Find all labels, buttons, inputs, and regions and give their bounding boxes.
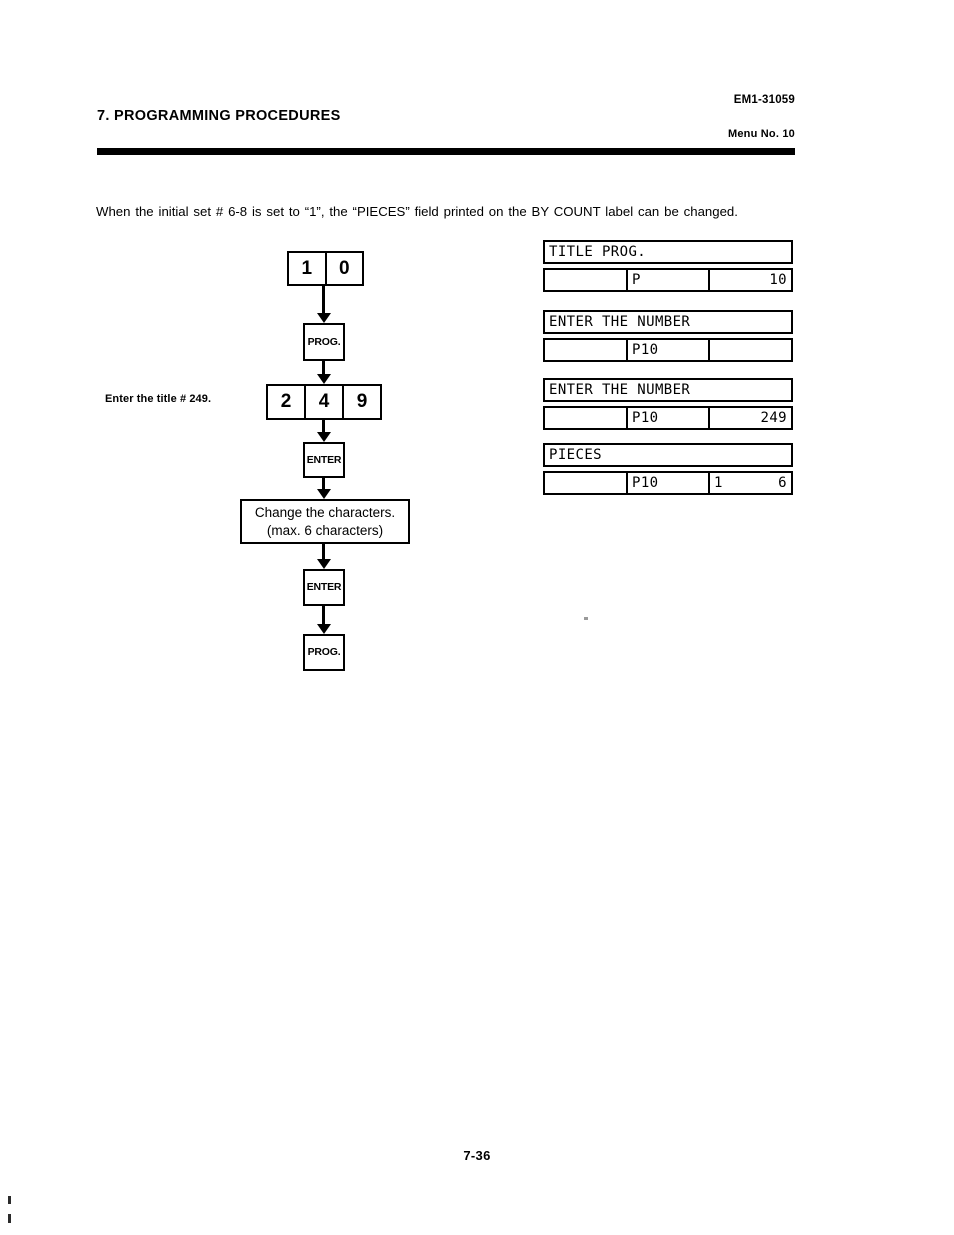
flow-arrow-4 bbox=[322, 478, 325, 490]
key-prog-first: PROG. bbox=[303, 323, 345, 361]
display-value-row: P10 1 6 bbox=[543, 471, 793, 495]
key-0: 0 bbox=[324, 253, 363, 284]
display-cell-left bbox=[545, 270, 626, 290]
key-1: 1 bbox=[301, 257, 313, 279]
change-characters-line-2: (max. 6 characters) bbox=[266, 522, 384, 538]
display-cell-left bbox=[545, 473, 626, 493]
scan-artifact bbox=[8, 1214, 11, 1223]
key-prog-label: PROG. bbox=[307, 646, 341, 659]
display-cell-right-value-right: 6 bbox=[778, 475, 787, 491]
display-cell-right: 249 bbox=[708, 408, 791, 428]
display-value-row: P10 249 bbox=[543, 406, 793, 430]
display-cell-right: 10 bbox=[708, 270, 791, 290]
display-title-text: ENTER THE NUMBER bbox=[549, 314, 691, 330]
key-prog-second: PROG. bbox=[303, 634, 345, 671]
display-cell-right-value-left: 1 bbox=[714, 475, 723, 491]
flow-arrow-6 bbox=[322, 606, 325, 625]
key-enter-label: ENTER bbox=[306, 453, 342, 466]
display-title-text: ENTER THE NUMBER bbox=[549, 382, 691, 398]
flow-arrow-1 bbox=[322, 286, 325, 314]
display-cell-middle: P bbox=[626, 270, 708, 290]
display-panel-pieces: PIECES P10 1 6 bbox=[543, 443, 793, 495]
display-cell-right bbox=[708, 340, 791, 360]
display-title-row: TITLE PROG. bbox=[543, 240, 793, 264]
menu-number-label: Menu No. 10 bbox=[728, 128, 795, 140]
key-group-title-number: 2 4 9 bbox=[266, 384, 382, 420]
display-cell-right: 1 6 bbox=[708, 473, 791, 493]
flow-arrow-3 bbox=[322, 420, 325, 433]
key-prog-label: PROG. bbox=[307, 335, 341, 348]
document-code: EM1-31059 bbox=[733, 94, 795, 106]
display-title-text: PIECES bbox=[549, 447, 602, 463]
scan-artifact bbox=[584, 617, 588, 620]
display-cell-middle: P10 bbox=[626, 340, 708, 360]
key-group-menu-number: 1 0 bbox=[287, 251, 364, 286]
key-enter-label: ENTER bbox=[306, 581, 342, 594]
display-panel-title-prog: TITLE PROG. P 10 bbox=[543, 240, 793, 292]
display-title-row: PIECES bbox=[543, 443, 793, 467]
display-panel-enter-number-249: ENTER THE NUMBER P10 249 bbox=[543, 378, 793, 430]
key-enter-second: ENTER bbox=[303, 569, 345, 606]
display-cell-left bbox=[545, 340, 626, 360]
display-panel-enter-number-empty: ENTER THE NUMBER P10 bbox=[543, 310, 793, 362]
step-change-characters: Change the characters. (max. 6 character… bbox=[240, 499, 410, 544]
key-sequence-flowchart: Enter the title # 249. 1 0 PROG. 2 4 9 E… bbox=[0, 0, 520, 720]
display-title-text: TITLE PROG. bbox=[549, 244, 647, 260]
display-value-row: P10 bbox=[543, 338, 793, 362]
display-cell-middle: P10 bbox=[626, 408, 708, 428]
display-cell-middle: P10 bbox=[626, 473, 708, 493]
key-enter-first: ENTER bbox=[303, 442, 345, 478]
annotation-enter-title: Enter the title # 249. bbox=[105, 393, 212, 405]
key-9: 9 bbox=[342, 386, 380, 418]
display-value-row: P 10 bbox=[543, 268, 793, 292]
key-4: 4 bbox=[304, 386, 342, 418]
display-title-row: ENTER THE NUMBER bbox=[543, 310, 793, 334]
flow-arrow-2 bbox=[322, 361, 325, 375]
display-title-row: ENTER THE NUMBER bbox=[543, 378, 793, 402]
display-cell-left bbox=[545, 408, 626, 428]
flow-arrow-5 bbox=[322, 544, 325, 560]
key-2: 2 bbox=[280, 391, 292, 412]
scan-artifact bbox=[8, 1196, 11, 1204]
change-characters-line-1: Change the characters. bbox=[254, 504, 396, 520]
page-number: 7-36 bbox=[463, 1148, 491, 1163]
